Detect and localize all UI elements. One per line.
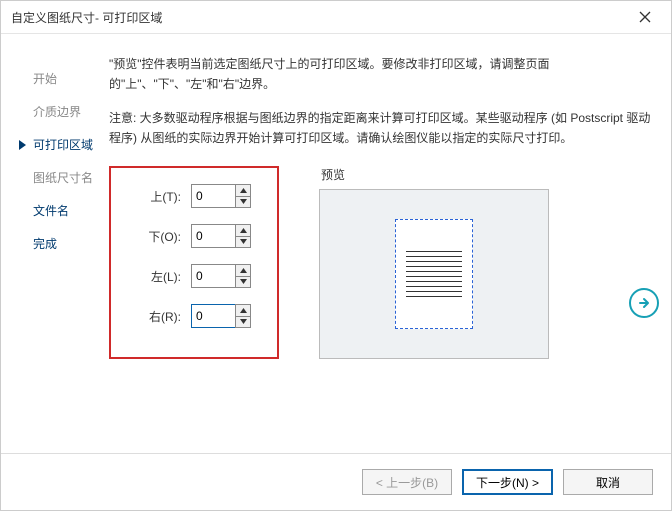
margin-right-spinner xyxy=(191,304,251,328)
description-text: "预览"控件表明当前选定图纸尺寸上的可打印区域。要修改非打印区域，请调整页面的"… xyxy=(109,54,653,94)
margin-top-down-button[interactable] xyxy=(235,196,251,209)
margin-left-label: 左(L): xyxy=(133,268,181,285)
preview-box xyxy=(319,189,549,359)
margin-right-up-button[interactable] xyxy=(235,304,251,316)
preview-line xyxy=(406,286,462,287)
margin-bottom-input[interactable] xyxy=(191,224,235,248)
margin-left-down-button[interactable] xyxy=(235,276,251,289)
sidebar-item-file-name[interactable]: 文件名 xyxy=(19,194,105,227)
chevron-up-icon xyxy=(240,308,247,313)
next-indicator[interactable] xyxy=(629,288,659,318)
chevron-down-icon xyxy=(240,319,247,324)
sidebar-item-start[interactable]: 开始 xyxy=(19,62,105,95)
dialog-footer: < 上一步(B) 下一步(N) > 取消 xyxy=(1,453,671,510)
arrow-right-circle-icon xyxy=(629,288,659,318)
margin-row-right: 右(R): xyxy=(133,304,251,328)
sidebar-item-finish[interactable]: 完成 xyxy=(19,227,105,260)
chevron-up-icon xyxy=(240,268,247,273)
margin-row-left: 左(L): xyxy=(133,264,251,288)
margin-left-spinner xyxy=(191,264,251,288)
window-title: 自定义图纸尺寸- 可打印区域 xyxy=(11,9,625,26)
chevron-down-icon xyxy=(240,239,247,244)
chevron-down-icon xyxy=(240,199,247,204)
preview-line xyxy=(406,266,462,267)
margin-row-bottom: 下(O): xyxy=(133,224,251,248)
preview-paper xyxy=(395,219,473,329)
next-button[interactable]: 下一步(N) > xyxy=(462,469,553,495)
close-icon xyxy=(639,11,651,23)
back-button: < 上一步(B) xyxy=(362,469,452,495)
margin-right-label: 右(R): xyxy=(133,308,181,325)
preview-label: 预览 xyxy=(321,166,549,183)
content-row: 上(T): 下(O): xyxy=(109,166,653,359)
chevron-up-icon xyxy=(240,228,247,233)
wizard-sidebar: 开始 介质边界 可打印区域 图纸尺寸名 文件名 完成 xyxy=(19,54,105,443)
sidebar-item-media-bounds[interactable]: 介质边界 xyxy=(19,95,105,128)
preview-line xyxy=(406,281,462,282)
preview-line xyxy=(406,271,462,272)
note-text: 注意: 大多数驱动程序根据与图纸边界的指定距离来计算可打印区域。某些驱动程序 (… xyxy=(109,108,653,148)
cancel-button[interactable]: 取消 xyxy=(563,469,653,495)
margin-left-input[interactable] xyxy=(191,264,235,288)
titlebar: 自定义图纸尺寸- 可打印区域 xyxy=(1,1,671,34)
margin-right-input[interactable] xyxy=(191,304,235,328)
margin-bottom-label: 下(O): xyxy=(133,228,181,245)
margin-bottom-down-button[interactable] xyxy=(235,236,251,249)
preview-line xyxy=(406,256,462,257)
close-button[interactable] xyxy=(625,3,665,31)
margin-right-down-button[interactable] xyxy=(235,316,251,329)
margins-group: 上(T): 下(O): xyxy=(109,166,279,359)
dialog-body: 开始 介质边界 可打印区域 图纸尺寸名 文件名 完成 "预览"控件表明当前选定图… xyxy=(1,34,671,453)
margin-top-label: 上(T): xyxy=(133,188,181,205)
dialog-window: 自定义图纸尺寸- 可打印区域 开始 介质边界 可打印区域 图纸尺寸名 文件名 完… xyxy=(0,0,672,511)
preview-line xyxy=(406,291,462,292)
margin-top-spinner xyxy=(191,184,251,208)
wizard-main: "预览"控件表明当前选定图纸尺寸上的可打印区域。要修改非打印区域，请调整页面的"… xyxy=(105,54,653,443)
preview-group: 预览 xyxy=(319,166,549,359)
chevron-up-icon xyxy=(240,188,247,193)
preview-line xyxy=(406,251,462,252)
sidebar-item-printable-area[interactable]: 可打印区域 xyxy=(19,128,105,161)
margin-bottom-up-button[interactable] xyxy=(235,224,251,236)
margin-top-input[interactable] xyxy=(191,184,235,208)
preview-line xyxy=(406,276,462,277)
margin-left-up-button[interactable] xyxy=(235,264,251,276)
preview-line xyxy=(406,296,462,297)
preview-line xyxy=(406,261,462,262)
sidebar-item-paper-size-name[interactable]: 图纸尺寸名 xyxy=(19,161,105,194)
chevron-down-icon xyxy=(240,279,247,284)
margin-row-top: 上(T): xyxy=(133,184,251,208)
margin-bottom-spinner xyxy=(191,224,251,248)
margin-top-up-button[interactable] xyxy=(235,184,251,196)
